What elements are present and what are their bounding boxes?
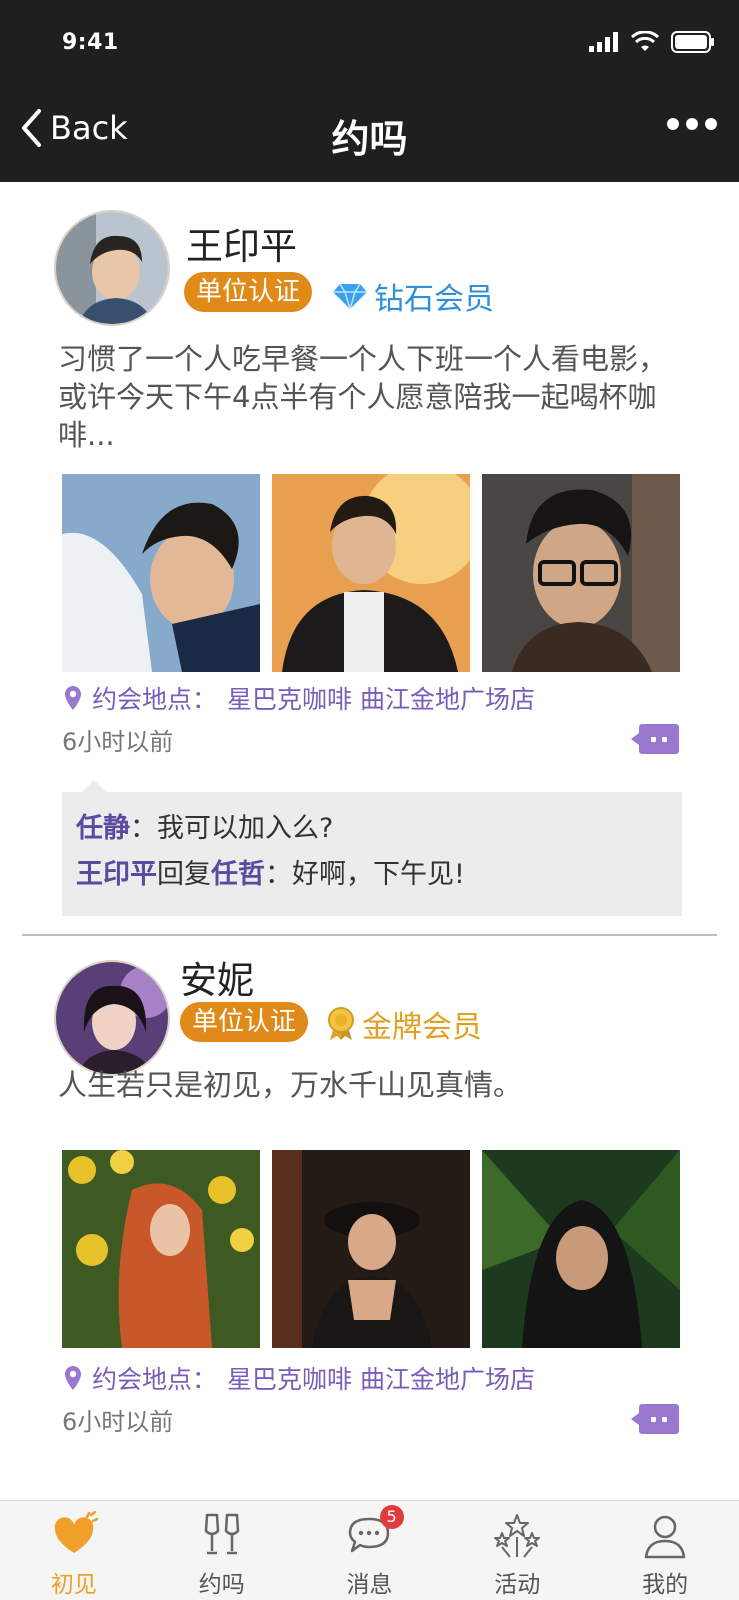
comment-dot-icon <box>662 736 667 742</box>
photo-grid <box>62 474 680 672</box>
wifi-icon <box>631 31 659 51</box>
location-value: 星巴克咖啡 曲江金地广场店 <box>227 1365 535 1394</box>
heart-icon <box>54 1511 99 1553</box>
tab-first-sight[interactable]: 初见 <box>0 1501 148 1600</box>
location-label: 约会地点： <box>92 1365 218 1394</box>
certification-badge: 单位认证 <box>180 1002 309 1042</box>
person-icon <box>644 1515 686 1559</box>
comment-author[interactable]: 任静 <box>76 813 130 844</box>
location-label: 约会地点： <box>92 685 218 714</box>
tab-label: 活动 <box>494 1572 541 1598</box>
comment-separator: ： <box>265 859 292 890</box>
comment-dot-icon <box>651 736 656 742</box>
member-level-label: 钻石会员 <box>374 282 494 317</box>
avatar[interactable] <box>54 210 170 326</box>
more-dot-icon <box>686 118 698 130</box>
member-level-label: 金牌会员 <box>362 1010 482 1045</box>
location-pin-icon <box>65 686 81 710</box>
member-level: 钻石会员 <box>332 274 494 318</box>
post-time: 6小时以前 <box>62 1408 174 1436</box>
post-text: 习惯了一个人吃早餐一个人下班一个人看电影，或许今天下午4点半有个人愿意陪我一起喝… <box>58 342 668 452</box>
bottom-tab-bar: 初见 约吗 5 消息 活动 我的 <box>0 1500 739 1600</box>
comment-author[interactable]: 王印平 <box>76 859 157 890</box>
post-divider <box>22 934 717 936</box>
back-button[interactable]: Back <box>20 108 128 148</box>
post-time: 6小时以前 <box>62 728 174 756</box>
username[interactable]: 安妮 <box>180 950 254 1004</box>
tab-messages[interactable]: 5 消息 <box>296 1501 444 1600</box>
cellular-signal-icon <box>589 32 618 52</box>
gold-medal-icon <box>328 1007 354 1040</box>
comment-text: 好啊，下午见! <box>292 859 465 890</box>
more-dot-icon <box>705 118 717 130</box>
wine-glasses-icon <box>204 1513 239 1555</box>
tab-profile[interactable]: 我的 <box>591 1501 739 1600</box>
comment-dot-icon <box>662 1416 667 1422</box>
status-time: 9:41 <box>62 30 119 55</box>
photo-grid <box>62 1150 680 1348</box>
back-label: Back <box>50 109 128 147</box>
status-icons <box>589 28 715 56</box>
tab-label: 消息 <box>346 1572 393 1598</box>
post-text: 人生若只是初见，万水千山见真情。 <box>58 1068 523 1102</box>
comment-dot-icon <box>651 1416 656 1422</box>
fireworks-icon <box>494 1514 541 1558</box>
battery-icon <box>671 31 714 53</box>
comment[interactable]: 王印平回复任哲：好啊，下午见! <box>76 852 668 898</box>
navigation-header: 9:41 Back 约吗 <box>0 0 739 182</box>
date-location[interactable]: 约会地点： 星巴克咖啡 曲江金地广场店 <box>64 1360 535 1396</box>
reply-target[interactable]: 任哲 <box>211 859 265 890</box>
comment[interactable]: 任静：我可以加入么? <box>76 806 668 852</box>
unread-count-badge: 5 <box>379 1505 404 1529</box>
post-photo[interactable] <box>482 1150 680 1348</box>
post-photo[interactable] <box>62 474 260 672</box>
tab-label: 初见 <box>50 1572 97 1598</box>
comment-button[interactable] <box>631 724 679 754</box>
certification-badge: 单位认证 <box>184 272 313 312</box>
tab-label: 约吗 <box>198 1572 245 1598</box>
post-photo[interactable] <box>62 1150 260 1348</box>
post-photo[interactable] <box>272 474 470 672</box>
comment-button[interactable] <box>631 1404 679 1434</box>
avatar[interactable] <box>54 960 170 1076</box>
comment-section: 任静：我可以加入么? 王印平回复任哲：好啊，下午见! <box>62 780 682 916</box>
tab-activities[interactable]: 活动 <box>443 1501 591 1600</box>
post-photo[interactable] <box>272 1150 470 1348</box>
more-dot-icon <box>667 118 679 130</box>
username[interactable]: 王印平 <box>186 216 297 270</box>
comment-text: 我可以加入么? <box>157 813 334 844</box>
location-value: 星巴克咖啡 曲江金地广场店 <box>227 685 535 714</box>
comment-separator: ： <box>130 813 157 844</box>
location-pin-icon <box>65 1366 81 1390</box>
tab-date[interactable]: 约吗 <box>148 1501 296 1600</box>
diamond-icon <box>333 283 367 310</box>
chevron-left-icon <box>22 109 41 147</box>
member-level: 金牌会员 <box>326 1002 482 1046</box>
reply-word: 回复 <box>157 859 211 890</box>
tab-label: 我的 <box>642 1572 689 1598</box>
date-location[interactable]: 约会地点： 星巴克咖啡 曲江金地广场店 <box>64 680 535 716</box>
more-options-button[interactable] <box>667 118 717 130</box>
post-photo[interactable] <box>482 474 680 672</box>
